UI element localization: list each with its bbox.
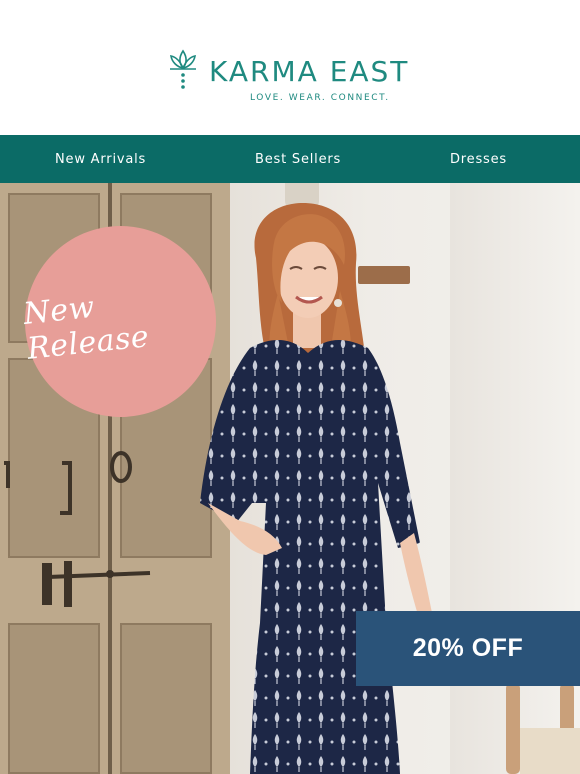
new-release-text: New Release	[21, 289, 151, 367]
door-hardware-icon	[4, 451, 151, 607]
wooden-chair	[506, 683, 580, 774]
discount-text: 20% OFF	[412, 634, 524, 662]
brand-logo[interactable]: KARMA EAST LOVE. WEAR. CONNECT.	[166, 47, 426, 107]
model-photo	[200, 203, 434, 774]
door-panel	[8, 623, 100, 774]
lotus-icon	[170, 49, 196, 89]
main-nav: New Arrivals Best Sellers Dresses	[0, 135, 580, 183]
nav-item-best-sellers[interactable]: Best Sellers	[255, 152, 341, 167]
hero-banner[interactable]: New Release 20% OFF	[0, 183, 580, 774]
discount-banner[interactable]: 20% OFF	[356, 611, 580, 686]
new-release-badge: New Release	[21, 226, 216, 417]
brand-tagline: LOVE. WEAR. CONNECT.	[250, 93, 390, 103]
email-header: KARMA EAST LOVE. WEAR. CONNECT.	[0, 0, 580, 135]
brand-name: KARMA EAST	[209, 55, 410, 88]
nav-item-new-arrivals[interactable]: New Arrivals	[55, 152, 146, 167]
nav-item-dresses[interactable]: Dresses	[450, 152, 507, 167]
